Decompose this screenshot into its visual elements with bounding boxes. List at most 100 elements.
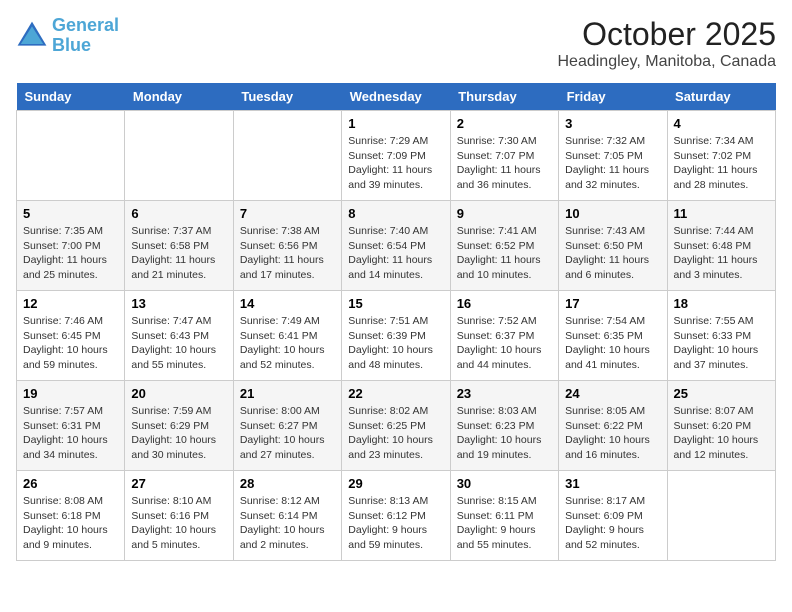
day-header-thursday: Thursday (450, 83, 558, 111)
calendar-cell: 29 Sunrise: 8:13 AMSunset: 6:12 PMDayligh… (342, 471, 450, 561)
title-section: October 2025 Headingley, Manitoba, Canad… (557, 16, 776, 71)
date-number: 29 (348, 476, 443, 491)
date-number: 10 (565, 206, 660, 221)
date-number: 3 (565, 116, 660, 131)
calendar-cell: 2Sunrise: 7:30 AMSunset: 7:07 PMDaylight… (450, 111, 558, 201)
cell-info: Sunrise: 7:35 AMSunset: 7:00 PMDaylight:… (23, 224, 118, 283)
calendar-cell (233, 111, 341, 201)
cell-info: Sunrise: 7:29 AMSunset: 7:09 PMDaylight:… (348, 134, 443, 193)
calendar-cell: 7Sunrise: 7:38 AMSunset: 6:56 PMDaylight… (233, 201, 341, 291)
logo-icon (16, 20, 48, 52)
calendar-cell: 15 Sunrise: 7:51 AMSunset: 6:39 PMDayligh… (342, 291, 450, 381)
date-number: 15 (348, 296, 443, 311)
day-header-friday: Friday (559, 83, 667, 111)
calendar-cell: 23 Sunrise: 8:03 AMSunset: 6:23 PMDayligh… (450, 381, 558, 471)
week-row-4: 19 Sunrise: 7:57 AMSunset: 6:31 PMDayligh… (17, 381, 776, 471)
calendar-cell: 21 Sunrise: 8:00 AMSunset: 6:27 PMDayligh… (233, 381, 341, 471)
cell-info: Sunrise: 8:00 AMSunset: 6:27 PMDaylight:… (240, 404, 335, 463)
calendar-cell (667, 471, 775, 561)
date-number: 16 (457, 296, 552, 311)
week-row-5: 26 Sunrise: 8:08 AMSunset: 6:18 PMDayligh… (17, 471, 776, 561)
calendar-cell: 10 Sunrise: 7:43 AMSunset: 6:50 PMDayligh… (559, 201, 667, 291)
cell-info: Sunrise: 7:32 AMSunset: 7:05 PMDaylight:… (565, 134, 660, 193)
calendar-cell: 9 Sunrise: 7:41 AMSunset: 6:52 PMDaylight… (450, 201, 558, 291)
cell-info: Sunrise: 7:41 AMSunset: 6:52 PMDaylight:… (457, 224, 552, 283)
logo-line1: General (52, 15, 119, 35)
cell-info: Sunrise: 8:05 AMSunset: 6:22 PMDaylight:… (565, 404, 660, 463)
calendar-cell: 17 Sunrise: 7:54 AMSunset: 6:35 PMDayligh… (559, 291, 667, 381)
cell-info: Sunrise: 7:59 AMSunset: 6:29 PMDaylight:… (131, 404, 226, 463)
cell-info: Sunrise: 7:55 AMSunset: 6:33 PMDaylight:… (674, 314, 769, 373)
calendar-cell: 28Sunrise: 8:12 AMSunset: 6:14 PMDayligh… (233, 471, 341, 561)
month-title: October 2025 (557, 16, 776, 53)
date-number: 4 (674, 116, 769, 131)
calendar-cell: 31 Sunrise: 8:17 AMSunset: 6:09 PMDayligh… (559, 471, 667, 561)
day-header-wednesday: Wednesday (342, 83, 450, 111)
cell-info: Sunrise: 8:12 AMSunset: 6:14 PMDaylight:… (240, 494, 335, 553)
date-number: 31 (565, 476, 660, 491)
cell-info: Sunrise: 8:08 AMSunset: 6:18 PMDaylight:… (23, 494, 118, 553)
date-number: 13 (131, 296, 226, 311)
calendar-cell: 20Sunrise: 7:59 AMSunset: 6:29 PMDayligh… (125, 381, 233, 471)
cell-info: Sunrise: 7:52 AMSunset: 6:37 PMDaylight:… (457, 314, 552, 373)
cell-info: Sunrise: 7:40 AMSunset: 6:54 PMDaylight:… (348, 224, 443, 283)
cell-info: Sunrise: 7:57 AMSunset: 6:31 PMDaylight:… (23, 404, 118, 463)
date-number: 25 (674, 386, 769, 401)
week-row-3: 12Sunrise: 7:46 AMSunset: 6:45 PMDayligh… (17, 291, 776, 381)
calendar-cell: 13Sunrise: 7:47 AMSunset: 6:43 PMDayligh… (125, 291, 233, 381)
date-number: 1 (348, 116, 443, 131)
cell-info: Sunrise: 7:43 AMSunset: 6:50 PMDaylight:… (565, 224, 660, 283)
date-number: 11 (674, 206, 769, 221)
cell-info: Sunrise: 7:44 AMSunset: 6:48 PMDaylight:… (674, 224, 769, 283)
cell-info: Sunrise: 8:13 AMSunset: 6:12 PMDaylight:… (348, 494, 443, 553)
calendar-cell: 8 Sunrise: 7:40 AMSunset: 6:54 PMDaylight… (342, 201, 450, 291)
date-number: 23 (457, 386, 552, 401)
week-row-1: 1 Sunrise: 7:29 AMSunset: 7:09 PMDaylight… (17, 111, 776, 201)
date-number: 17 (565, 296, 660, 311)
logo-line2: Blue (52, 35, 91, 55)
calendar-cell: 6Sunrise: 7:37 AMSunset: 6:58 PMDaylight… (125, 201, 233, 291)
cell-info: Sunrise: 8:10 AMSunset: 6:16 PMDaylight:… (131, 494, 226, 553)
calendar-cell: 27 Sunrise: 8:10 AMSunset: 6:16 PMDayligh… (125, 471, 233, 561)
date-number: 14 (240, 296, 335, 311)
calendar-cell: 18 Sunrise: 7:55 AMSunset: 6:33 PMDayligh… (667, 291, 775, 381)
date-number: 6 (131, 206, 226, 221)
cell-info: Sunrise: 7:49 AMSunset: 6:41 PMDaylight:… (240, 314, 335, 373)
date-number: 2 (457, 116, 552, 131)
date-number: 5 (23, 206, 118, 221)
calendar-cell: 26 Sunrise: 8:08 AMSunset: 6:18 PMDayligh… (17, 471, 125, 561)
cell-info: Sunrise: 8:03 AMSunset: 6:23 PMDaylight:… (457, 404, 552, 463)
date-number: 21 (240, 386, 335, 401)
calendar-cell: 30Sunrise: 8:15 AMSunset: 6:11 PMDayligh… (450, 471, 558, 561)
date-number: 8 (348, 206, 443, 221)
calendar-cell: 1 Sunrise: 7:29 AMSunset: 7:09 PMDaylight… (342, 111, 450, 201)
calendar-cell (125, 111, 233, 201)
day-header-saturday: Saturday (667, 83, 775, 111)
cell-info: Sunrise: 8:07 AMSunset: 6:20 PMDaylight:… (674, 404, 769, 463)
date-number: 26 (23, 476, 118, 491)
location: Headingley, Manitoba, Canada (557, 53, 776, 71)
date-number: 18 (674, 296, 769, 311)
cell-info: Sunrise: 8:02 AMSunset: 6:25 PMDaylight:… (348, 404, 443, 463)
cell-info: Sunrise: 7:54 AMSunset: 6:35 PMDaylight:… (565, 314, 660, 373)
date-number: 27 (131, 476, 226, 491)
date-number: 9 (457, 206, 552, 221)
calendar-cell: 24 Sunrise: 8:05 AMSunset: 6:22 PMDayligh… (559, 381, 667, 471)
calendar-table: SundayMondayTuesdayWednesdayThursdayFrid… (16, 83, 776, 561)
calendar-cell: 5 Sunrise: 7:35 AMSunset: 7:00 PMDaylight… (17, 201, 125, 291)
cell-info: Sunrise: 8:17 AMSunset: 6:09 PMDaylight:… (565, 494, 660, 553)
date-number: 24 (565, 386, 660, 401)
day-header-monday: Monday (125, 83, 233, 111)
cell-info: Sunrise: 7:51 AMSunset: 6:39 PMDaylight:… (348, 314, 443, 373)
date-number: 22 (348, 386, 443, 401)
date-number: 19 (23, 386, 118, 401)
logo: General Blue (16, 16, 119, 56)
logo-text: General Blue (52, 16, 119, 56)
calendar-cell: 3 Sunrise: 7:32 AMSunset: 7:05 PMDaylight… (559, 111, 667, 201)
calendar-cell: 4 Sunrise: 7:34 AMSunset: 7:02 PMDaylight… (667, 111, 775, 201)
cell-info: Sunrise: 7:34 AMSunset: 7:02 PMDaylight:… (674, 134, 769, 193)
calendar-cell (17, 111, 125, 201)
calendar-cell: 19 Sunrise: 7:57 AMSunset: 6:31 PMDayligh… (17, 381, 125, 471)
page-header: General Blue October 2025 Headingley, Ma… (16, 16, 776, 71)
calendar-cell: 25 Sunrise: 8:07 AMSunset: 6:20 PMDayligh… (667, 381, 775, 471)
